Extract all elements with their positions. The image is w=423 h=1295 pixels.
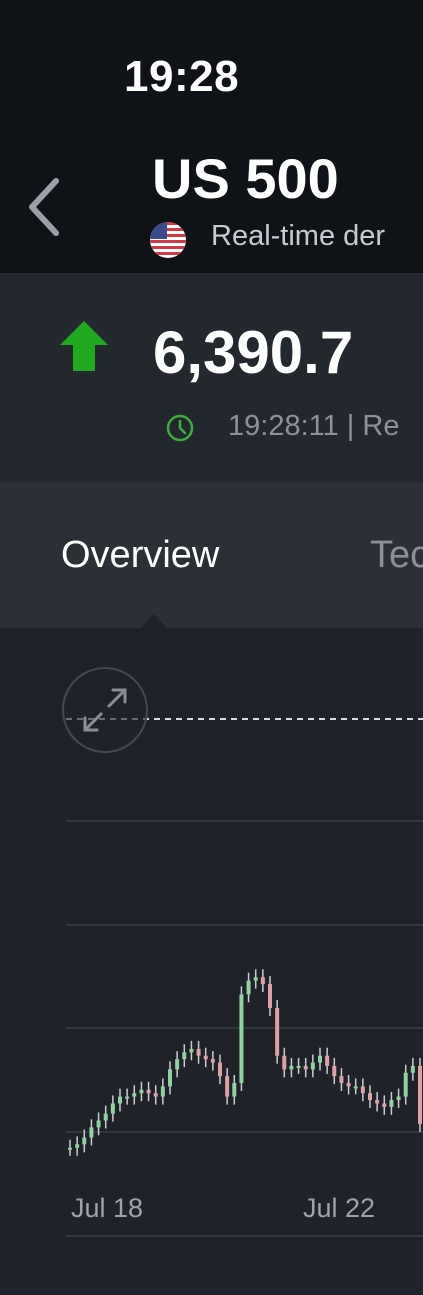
candle-body [310,1062,315,1070]
quote-timestamp: 19:28:11 | Re [228,410,400,442]
candle-body [225,1076,230,1097]
candle-body [175,1059,180,1070]
candle-body [289,1065,294,1070]
back-chevron-icon[interactable] [22,175,66,239]
candle-body [125,1096,130,1099]
candle-body [218,1062,222,1077]
candle-body [196,1048,201,1056]
tab-bar: Overview Tec [0,482,423,628]
candle-body [110,1103,115,1114]
candle-body [75,1144,80,1148]
candle-body [396,1096,401,1101]
expand-chart-button[interactable] [61,666,149,754]
x-tick-label: Jul 22 [303,1193,375,1223]
candle-body [160,1086,165,1097]
candle-body [146,1089,151,1094]
clock-icon [166,414,194,442]
candle-body [360,1086,365,1094]
instrument-subtitle: Real-time der [211,220,386,252]
candle-body [139,1089,144,1094]
instrument-header: US 500 Real-time der [0,120,423,274]
candle-body [239,994,244,1083]
us-flag-icon [150,222,186,258]
candle-body [325,1055,330,1066]
candle-body [82,1137,87,1145]
candle-body [68,1147,72,1150]
candle-body [318,1055,322,1063]
candle-body [332,1065,337,1077]
status-time: 19:28 [124,52,240,101]
candle-body [203,1055,208,1060]
candle-body [182,1052,187,1060]
candle-body [168,1069,172,1087]
candle-body [232,1082,237,1097]
candle-body [410,1065,415,1073]
candle-body [303,1065,308,1070]
last-price: 6,390.7 [153,319,354,386]
candle-body [275,1007,280,1056]
candle-body [96,1120,101,1128]
candle-body [268,984,272,1008]
candle-body [253,977,258,981]
candle-body [89,1127,94,1138]
quote-panel: 6,390.7 19:28:11 | Re [0,274,423,482]
candle-body [403,1072,408,1097]
candle-body [418,1065,422,1124]
x-tick-label: Jul 18 [71,1193,143,1223]
candle-body [189,1048,194,1053]
tab-technical[interactable]: Tec [370,534,423,577]
candle-body [282,1055,287,1070]
candle-body [382,1103,387,1107]
candle-body [246,980,251,995]
candle-body [260,977,265,985]
active-tab-indicator [141,614,167,628]
candle-body [353,1086,358,1089]
candle-body [118,1096,122,1104]
tab-overview[interactable]: Overview [61,534,219,577]
candle-body [368,1093,372,1101]
candle-body [210,1059,215,1063]
candle-body [375,1100,380,1104]
candle-body [132,1093,137,1097]
candle-body [339,1076,344,1083]
candle-body [389,1100,394,1107]
candle-body [346,1082,351,1087]
instrument-title: US 500 [152,147,339,210]
candle-body [103,1113,108,1121]
arrow-up-icon [60,321,108,371]
candle-body [296,1065,301,1068]
status-bar: 19:28 [0,0,423,120]
candle-body [153,1093,158,1097]
